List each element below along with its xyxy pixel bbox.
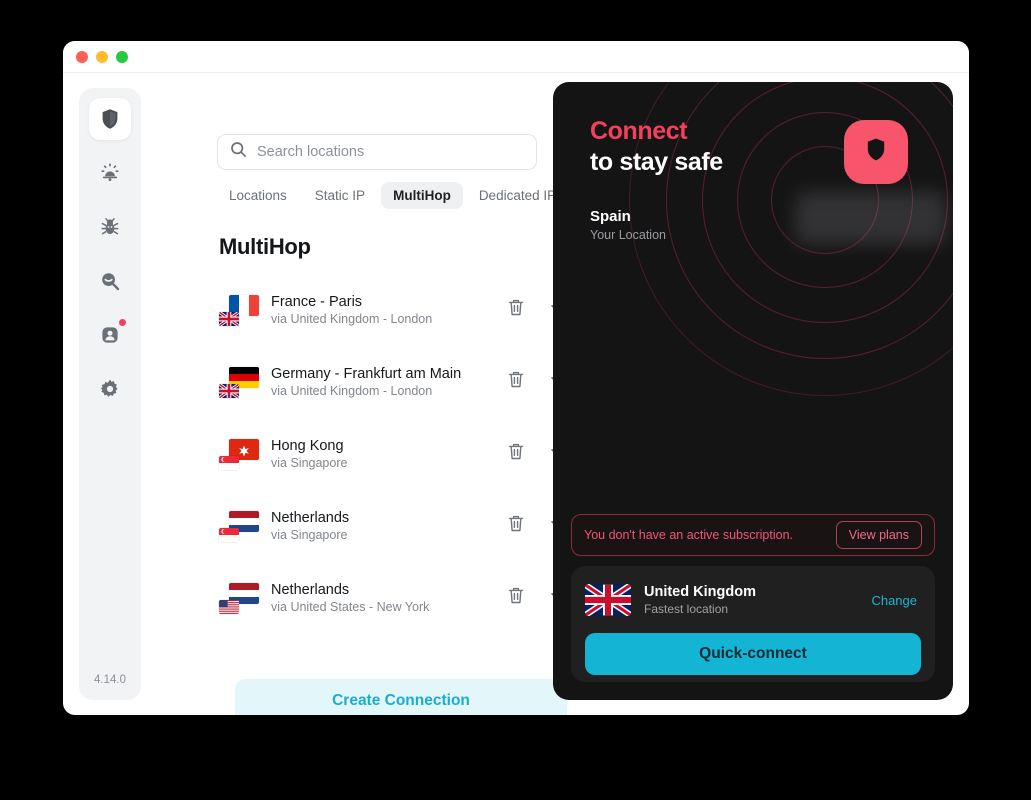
multihop-row-via: via Singapore — [271, 528, 348, 542]
delete-connection-button[interactable] — [505, 299, 527, 321]
status-panel: Connect to stay safe Spain Your Location… — [553, 82, 953, 700]
page-title: MultiHop — [219, 234, 311, 259]
multihop-row-via: via United States - New York — [271, 600, 430, 614]
multihop-row-texts: Netherlands via United States - New York — [271, 582, 505, 614]
shield-badge — [844, 120, 908, 184]
tab-multihop[interactable]: MultiHop — [381, 182, 463, 209]
multihop-row-texts: Netherlands via Singapore — [271, 510, 505, 542]
sidebar-item-alert[interactable] — [89, 152, 131, 194]
subscription-banner: You don't have an active subscription. V… — [571, 514, 935, 556]
app-version: 4.14.0 — [94, 674, 126, 686]
search-icon — [230, 141, 247, 163]
trash-icon — [507, 442, 525, 466]
flag-pair-icon — [219, 581, 259, 615]
via-flag-icon — [219, 384, 239, 398]
close-button[interactable] — [76, 51, 88, 63]
flag-pair-icon — [219, 437, 259, 471]
multihop-list: France - Paris via United Kingdom - Londo… — [213, 274, 585, 646]
scan-search-icon — [99, 270, 121, 292]
via-flag-icon — [219, 600, 239, 614]
multihop-row[interactable]: Germany - Frankfurt am Main via United Ki… — [213, 346, 585, 418]
shield-icon — [865, 137, 887, 167]
multihop-row-name: Hong Kong — [271, 438, 344, 454]
zoom-button[interactable] — [116, 51, 128, 63]
current-location-block: Spain Your Location — [590, 208, 666, 242]
sidebar-item-account[interactable] — [89, 314, 131, 356]
trash-icon — [507, 586, 525, 610]
delete-connection-button[interactable] — [505, 443, 527, 465]
multihop-row[interactable]: Hong Kong via Singapore — [213, 418, 585, 490]
multihop-row-texts: France - Paris via United Kingdom - Londo… — [271, 294, 505, 326]
minimize-button[interactable] — [96, 51, 108, 63]
quick-connect-button[interactable]: Quick-connect — [585, 633, 921, 675]
alarm-icon — [99, 162, 121, 184]
quick-connect-texts: United Kingdom Fastest location — [644, 584, 871, 616]
ip-address-redacted — [795, 192, 947, 244]
flag-pair-icon — [219, 509, 259, 543]
notification-badge — [119, 319, 126, 326]
trash-icon — [507, 370, 525, 394]
change-location-link[interactable]: Change — [871, 593, 921, 608]
tab-static-ip[interactable]: Static IP — [303, 182, 377, 209]
trash-icon — [507, 514, 525, 538]
multihop-row[interactable]: Portugal - Lisbonvia United Kingdom - Lo… — [213, 634, 585, 646]
flag-pair-icon — [219, 365, 259, 399]
search-box[interactable] — [217, 134, 537, 170]
multihop-row-name: Netherlands — [271, 582, 350, 598]
multihop-row-via: via United Kingdom - London — [271, 312, 433, 326]
sidebar: 4.14.0 — [79, 88, 141, 700]
multihop-row[interactable]: France - Paris via United Kingdom - Londo… — [213, 274, 585, 346]
multihop-row-texts: Germany - Frankfurt am Main via United Ki… — [271, 366, 505, 398]
multihop-row-via: via United Kingdom - London — [271, 384, 433, 398]
quick-connect-caption: Fastest location — [644, 602, 729, 616]
united-kingdom-flag-icon — [585, 584, 631, 616]
current-location-country: Spain — [590, 208, 631, 225]
titlebar — [63, 41, 969, 73]
quick-connect-country: United Kingdom — [644, 584, 756, 600]
multihop-row-name: France - Paris — [271, 294, 363, 310]
quick-connect-location-row: United Kingdom Fastest location Change — [585, 578, 921, 622]
multihop-row-via: via Singapore — [271, 456, 348, 470]
tab-locations[interactable]: Locations — [217, 182, 299, 209]
sidebar-item-antivirus[interactable] — [89, 206, 131, 248]
current-location-caption: Your Location — [590, 228, 666, 242]
headline-line-2: to stay safe — [590, 147, 723, 176]
headline-line-1: Connect — [590, 117, 688, 145]
multihop-row-name: Germany - Frankfurt am Main — [271, 366, 462, 382]
multihop-row-texts: Hong Kong via Singapore — [271, 438, 505, 470]
delete-connection-button[interactable] — [505, 515, 527, 537]
shield-icon — [100, 108, 120, 130]
traffic-light-buttons — [76, 51, 128, 63]
sidebar-item-vpn-shield[interactable] — [89, 98, 131, 140]
location-tabs: Locations Static IP MultiHop Dedicated I… — [217, 182, 568, 209]
bug-icon — [99, 216, 121, 238]
flag-pair-icon — [219, 293, 259, 327]
trash-icon — [507, 298, 525, 322]
via-flag-icon — [219, 456, 239, 470]
via-flag-icon — [219, 528, 239, 542]
view-plans-button[interactable]: View plans — [835, 521, 922, 549]
delete-connection-button[interactable] — [505, 587, 527, 609]
delete-connection-button[interactable] — [505, 371, 527, 393]
subscription-message: You don't have an active subscription. — [584, 528, 794, 542]
user-icon — [99, 324, 121, 346]
multihop-row[interactable]: Netherlands via Singapore — [213, 490, 585, 562]
create-connection-button[interactable]: Create Connection — [235, 679, 567, 715]
multihop-row-name: Netherlands — [271, 510, 350, 526]
panel-headline: Connect to stay safe — [590, 116, 723, 177]
gear-icon — [99, 378, 121, 400]
quick-connect-card: United Kingdom Fastest location Change Q… — [571, 566, 935, 682]
multihop-row[interactable]: Netherlands via United States - New York — [213, 562, 585, 634]
search-input[interactable] — [257, 144, 524, 160]
via-flag-icon — [219, 312, 239, 326]
app-window: 4.14.0 Loca — [63, 41, 969, 715]
locations-pane: Locations Static IP MultiHop Dedicated I… — [153, 88, 669, 715]
sidebar-item-scan[interactable] — [89, 260, 131, 302]
search-row — [217, 134, 579, 170]
sidebar-item-settings[interactable] — [89, 368, 131, 410]
